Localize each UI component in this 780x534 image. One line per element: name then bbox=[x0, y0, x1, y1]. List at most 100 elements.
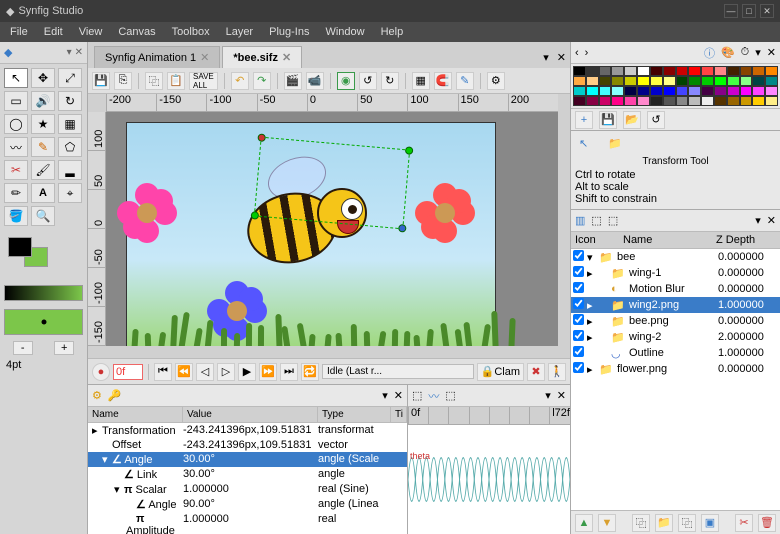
palette-color[interactable] bbox=[752, 66, 765, 76]
scale-tool[interactable]: ⤢ bbox=[58, 68, 82, 88]
nav-back-icon[interactable]: ‹ bbox=[575, 47, 579, 59]
copy-button[interactable]: ⿻ bbox=[145, 72, 163, 90]
gradient-tool[interactable]: ▦ bbox=[58, 114, 82, 134]
param-row[interactable]: ▸Transformation-243.241396px,109.51831tr… bbox=[88, 423, 407, 438]
save-all-button[interactable]: SAVEALL bbox=[189, 72, 218, 90]
palette-color[interactable] bbox=[701, 76, 714, 86]
palette-color[interactable] bbox=[727, 96, 740, 106]
layer-visible-checkbox[interactable] bbox=[573, 250, 584, 261]
palette-color[interactable] bbox=[752, 76, 765, 86]
palette-color[interactable] bbox=[714, 66, 727, 76]
snap-toggle[interactable]: 🧲 bbox=[434, 72, 452, 90]
undo-button[interactable]: ↶ bbox=[231, 72, 249, 90]
transform-handle-tr[interactable] bbox=[405, 146, 414, 155]
layer-group-button[interactable]: 📁 bbox=[655, 514, 673, 532]
palette-color[interactable] bbox=[663, 76, 676, 86]
curves-tab2-icon[interactable]: 〰 bbox=[428, 388, 439, 404]
outline-preview[interactable] bbox=[4, 309, 83, 335]
seek-next-button[interactable]: ▶ bbox=[238, 363, 256, 381]
curves-tab1-icon[interactable]: ⬚ bbox=[412, 389, 422, 402]
onion-past-button[interactable]: ↺ bbox=[359, 72, 377, 90]
palette-color[interactable] bbox=[714, 86, 727, 96]
layers-tab3-icon[interactable]: ⬚ bbox=[608, 214, 618, 227]
close-button[interactable]: ✕ bbox=[760, 4, 774, 18]
seek-prev-kf-button[interactable]: ⏪ bbox=[175, 363, 193, 381]
play-button[interactable]: ▷ bbox=[217, 363, 235, 381]
animate-off-icon[interactable]: ✖ bbox=[527, 363, 545, 381]
palette-color[interactable] bbox=[688, 86, 701, 96]
palette-color[interactable] bbox=[573, 86, 586, 96]
layer-row[interactable]: ▸📁wing-10.000000 bbox=[571, 265, 780, 281]
expand-icon[interactable]: ▾ bbox=[114, 483, 124, 496]
layer-row[interactable]: ◡Outline1.000000 bbox=[571, 345, 780, 361]
palette-color[interactable] bbox=[740, 76, 753, 86]
circle-tool[interactable]: ◯ bbox=[4, 114, 28, 134]
eyedrop-tool[interactable]: ⌖ bbox=[58, 183, 82, 203]
palette-color[interactable] bbox=[637, 66, 650, 76]
menu-layer[interactable]: Layer bbox=[218, 24, 262, 40]
param-row[interactable]: Offset-243.241396px,109.51831vector bbox=[88, 438, 407, 452]
palette-color[interactable] bbox=[586, 86, 599, 96]
transform-bounding-box[interactable] bbox=[254, 137, 410, 230]
layers-tab1-icon[interactable]: ▥ bbox=[575, 214, 585, 227]
layer-raise-button[interactable]: ▲ bbox=[575, 514, 593, 532]
palette-color[interactable] bbox=[599, 86, 612, 96]
rpanel-undock-icon[interactable]: ▾ bbox=[755, 46, 761, 59]
size-increase-button[interactable]: + bbox=[54, 341, 74, 355]
tab-document[interactable]: *bee.sifz✕ bbox=[222, 46, 302, 68]
curves-tab3-icon[interactable]: ⬚ bbox=[445, 389, 455, 402]
palette-color[interactable] bbox=[714, 96, 727, 106]
history-icon[interactable]: ⏱ bbox=[741, 46, 750, 59]
param-row[interactable]: π Amplitude1.000000real bbox=[88, 512, 407, 534]
tab-close-icon[interactable]: ✕ bbox=[200, 51, 209, 64]
loop-toggle[interactable]: 🔁 bbox=[301, 363, 319, 381]
layers-tab2-icon[interactable]: ⬚ bbox=[591, 214, 601, 227]
curves-undock-icon[interactable]: ▾ bbox=[545, 389, 551, 402]
redo-button[interactable]: ↷ bbox=[253, 72, 271, 90]
palette-color[interactable] bbox=[624, 96, 637, 106]
palette-color[interactable] bbox=[740, 96, 753, 106]
guides-toggle[interactable]: ✎ bbox=[456, 72, 474, 90]
tool-options-folder-icon[interactable]: 📁 bbox=[608, 137, 622, 150]
rectangle-tool[interactable]: ▭ bbox=[4, 91, 28, 111]
tabs-close-icon[interactable]: ✕ bbox=[553, 47, 570, 68]
layer-visible-checkbox[interactable] bbox=[573, 330, 584, 341]
timeline-rec-icon[interactable]: ● bbox=[92, 363, 110, 381]
layers-col-name[interactable]: Name bbox=[623, 234, 716, 246]
palette-color[interactable] bbox=[663, 66, 676, 76]
palette-color[interactable] bbox=[688, 96, 701, 106]
star-tool[interactable]: ★ bbox=[31, 114, 55, 134]
palette-color[interactable] bbox=[573, 76, 586, 86]
param-row[interactable]: ∠ Link30.00°angle bbox=[88, 467, 407, 482]
text-tool[interactable]: A bbox=[31, 183, 55, 203]
spline-tool[interactable]: 〰 bbox=[4, 137, 28, 157]
palette-color[interactable] bbox=[637, 86, 650, 96]
grid-toggle[interactable]: ▦ bbox=[412, 72, 430, 90]
palette-color[interactable] bbox=[752, 86, 765, 96]
palette-color[interactable] bbox=[727, 76, 740, 86]
layer-row[interactable]: ◐Motion Blur0.000000 bbox=[571, 281, 780, 297]
params-tab-icon[interactable]: ⚙ bbox=[92, 389, 102, 402]
palette-color[interactable] bbox=[624, 86, 637, 96]
palette-color[interactable] bbox=[586, 96, 599, 106]
palette-color[interactable] bbox=[611, 66, 624, 76]
layer-visible-checkbox[interactable] bbox=[573, 362, 584, 373]
preview-button[interactable]: 📹 bbox=[306, 72, 324, 90]
palette-color[interactable] bbox=[676, 76, 689, 86]
seek-prev-button[interactable]: ◁ bbox=[196, 363, 214, 381]
onion-toggle[interactable]: ◉ bbox=[337, 72, 355, 90]
palette-color[interactable] bbox=[650, 76, 663, 86]
draw-tool[interactable]: ✏ bbox=[4, 183, 28, 203]
palette-default-icon[interactable]: ↺ bbox=[647, 111, 665, 129]
palette-color[interactable] bbox=[663, 86, 676, 96]
palette-color[interactable] bbox=[714, 76, 727, 86]
tabs-menu-icon[interactable]: ▾ bbox=[539, 47, 553, 68]
canvas[interactable] bbox=[106, 112, 558, 346]
layer-expand-icon[interactable]: ▸ bbox=[587, 315, 599, 328]
layers-list[interactable]: ▾📁bee0.000000▸📁wing-10.000000◐Motion Blu… bbox=[571, 249, 780, 510]
layer-row[interactable]: ▸📁wing-22.000000 bbox=[571, 329, 780, 345]
params-col-type[interactable]: Type bbox=[318, 407, 391, 422]
layer-dup-button[interactable]: ⿻ bbox=[678, 514, 696, 532]
options-button[interactable]: ⚙ bbox=[487, 72, 505, 90]
layers-close-icon[interactable]: ✕ bbox=[767, 214, 776, 227]
